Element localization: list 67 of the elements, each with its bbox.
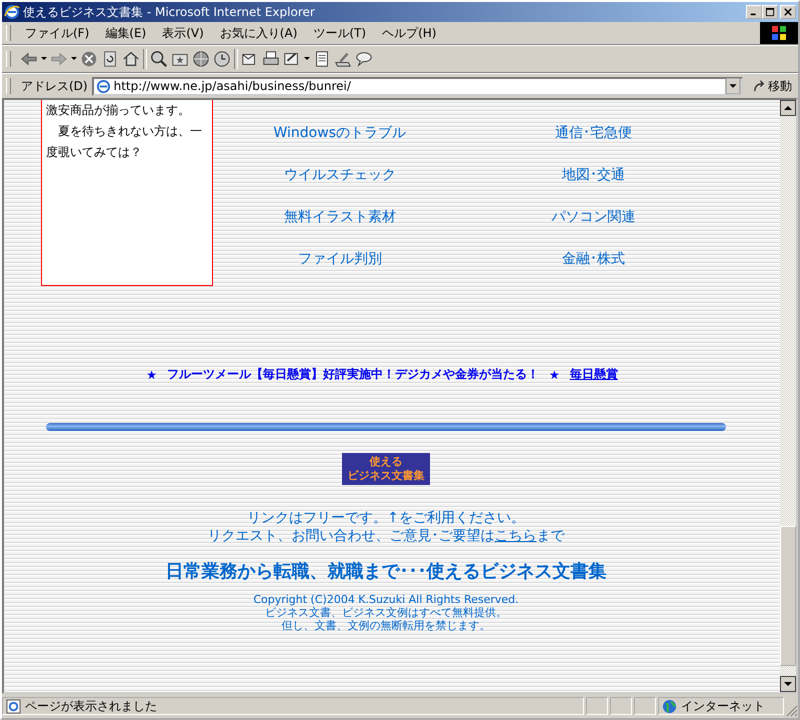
link-notice: リンクはフリーです。↑をご利用ください。 <box>247 509 525 527</box>
menu-item[interactable]: ファイル(F) <box>17 24 98 42</box>
category-link[interactable]: ウイルスチェック <box>284 166 396 208</box>
category-link[interactable]: 通信･宅急便 <box>554 124 632 166</box>
status-pane <box>634 697 656 715</box>
address-label: アドレス(D) <box>21 78 88 94</box>
close-icon <box>784 8 792 16</box>
menu-item[interactable]: 編集(E) <box>97 24 154 42</box>
curved-arrow-icon <box>753 80 766 92</box>
pen-icon[interactable] <box>334 50 352 68</box>
document-icon[interactable] <box>313 50 331 68</box>
status-pane <box>610 697 632 715</box>
contact-link[interactable]: こちら <box>494 528 536 544</box>
site-logo-banner[interactable]: 使える ビジネス文書集 <box>342 453 430 485</box>
search-icon[interactable] <box>150 50 168 68</box>
speech-bubble-icon[interactable] <box>355 50 373 68</box>
history-icon[interactable] <box>213 50 231 68</box>
category-link[interactable]: 無料イラスト素材 <box>284 208 396 250</box>
dropdown-arrow-icon[interactable] <box>304 57 310 61</box>
menu-item[interactable]: 表示(V) <box>154 24 212 42</box>
maximize-icon <box>766 8 774 16</box>
menu-item[interactable]: ヘルプ(H) <box>374 24 444 42</box>
close-button[interactable] <box>780 5 796 19</box>
edit-icon[interactable] <box>283 50 301 68</box>
category-link[interactable]: 金融･株式 <box>562 250 625 292</box>
maximize-button[interactable] <box>762 5 778 19</box>
windows-logo-icon <box>760 22 798 44</box>
copyright-text: Copyright (C)2004 K.Suzuki All Rights Reserved. <box>253 593 519 606</box>
category-link[interactable]: Windowsのトラブル <box>274 124 406 166</box>
copyright-text: 但し、文書、文例の無断転用を禁じます。 <box>281 619 490 632</box>
dropdown-arrow-icon[interactable] <box>71 57 77 61</box>
status-text: ページが表示されました <box>25 698 157 714</box>
star-icon: ★ <box>146 368 157 382</box>
scrollbar-thumb[interactable] <box>780 526 796 666</box>
category-link[interactable]: パソコン関連 <box>551 208 636 250</box>
category-link[interactable]: 地図･交通 <box>562 166 625 208</box>
globe-icon[interactable] <box>192 50 210 68</box>
star-icon: ★ <box>549 368 560 382</box>
vertical-scrollbar[interactable] <box>780 100 796 692</box>
home-icon[interactable] <box>122 50 140 68</box>
promo-text: フルーツメール【毎日懸賞】好評実施中！デジカメや金券が当たる！ <box>167 366 539 383</box>
status-pane <box>586 697 608 715</box>
promo-link[interactable]: 毎日懸賞 <box>570 366 618 383</box>
globe-icon <box>662 698 677 714</box>
go-button[interactable]: 移動 <box>747 78 798 94</box>
address-field[interactable]: http://www.ne.jp/asahi/business/bunrei/ <box>92 76 743 96</box>
window-title: 使えるビジネス文書集 - Microsoft Internet Explorer <box>23 4 316 20</box>
stop-icon[interactable] <box>80 50 98 68</box>
note-text: 激安商品が揃っています。 <box>46 102 191 119</box>
printer-icon[interactable] <box>262 50 280 68</box>
dropdown-arrow-icon[interactable] <box>41 57 47 61</box>
minimize-button[interactable] <box>746 5 762 19</box>
contact-text: リクエスト、お問い合わせ、ご意見･ご要望はこちら まで <box>208 527 564 545</box>
resize-grip-icon[interactable] <box>786 705 798 717</box>
back-icon[interactable] <box>20 50 38 68</box>
dropdown-button-icon[interactable] <box>725 78 741 94</box>
scroll-up-icon[interactable] <box>780 100 796 116</box>
menu-item[interactable]: お気に入り(A) <box>212 24 306 42</box>
refresh-icon[interactable] <box>101 50 119 68</box>
menu-item[interactable]: ツール(T) <box>305 24 374 42</box>
site-headline: 日常業務から転職、就職まで･･･使えるビジネス文書集 <box>166 560 606 583</box>
note-text: 夏を待ちきれない方は、一度覗いてみては？ <box>46 123 203 161</box>
zone-text: インターネット <box>681 698 765 714</box>
category-link[interactable]: ファイル判別 <box>298 250 382 292</box>
scroll-down-icon[interactable] <box>780 676 796 692</box>
copyright-text: ビジネス文書、ビジネス文例はすべて無料提供。 <box>264 606 507 619</box>
browser-logo-icon <box>4 4 20 20</box>
